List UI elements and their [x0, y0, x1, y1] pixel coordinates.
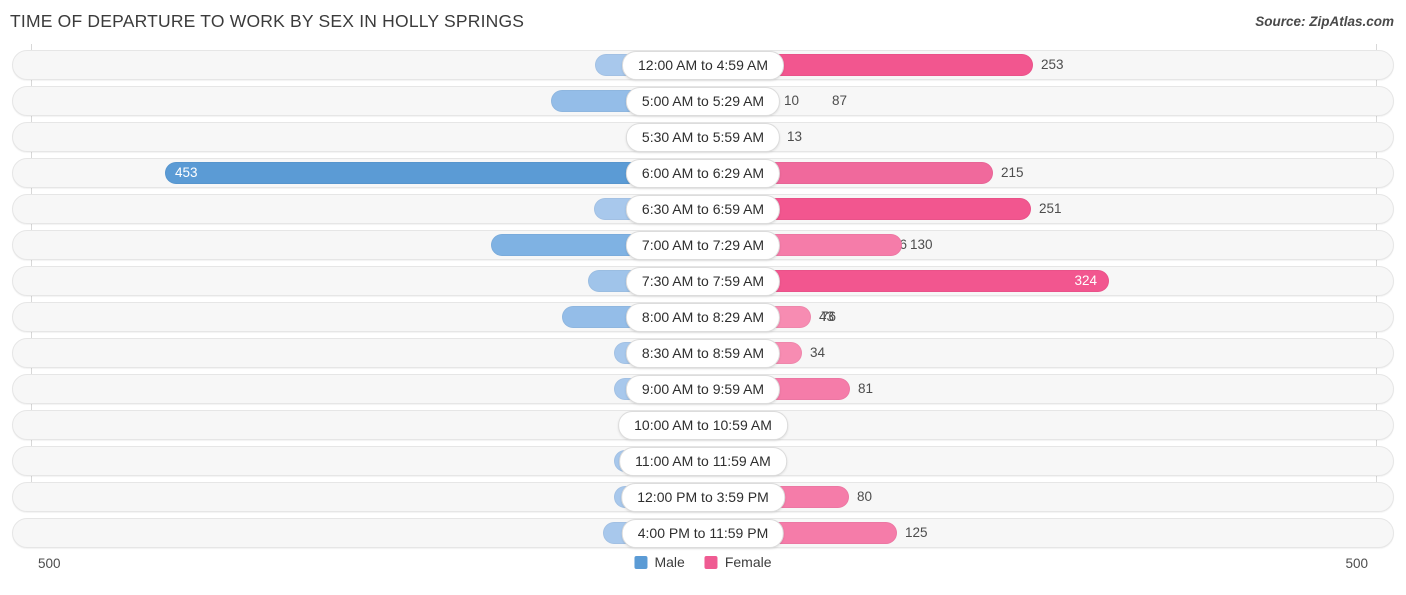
bar-value-male: 453	[175, 165, 198, 180]
legend-label-female: Female	[724, 554, 772, 570]
bar-rows: 43 253 12:00 AM to 4:59 AM 87105:00 AM to 5…	[0, 50, 1406, 554]
category-label: 7:30 AM to 7:59 AM	[625, 267, 781, 296]
chart-page: TIME OF DEPARTURE TO WORK BY SEX IN HOLL…	[0, 0, 1406, 595]
bar-value-female: 34	[810, 345, 826, 360]
bar-male[interactable]	[165, 162, 703, 184]
bar-value-female: 251	[1039, 201, 1062, 216]
table-row[interactable]: 442516:30 AM to 6:59 AM	[0, 194, 1406, 224]
category-label: 4:00 PM to 11:59 PM	[621, 519, 785, 548]
plot-area: 43 253 12:00 AM to 4:59 AM 87105:00 AM to 5…	[0, 44, 1406, 550]
table-row[interactable]: 0819:00 AM to 9:59 AM	[0, 374, 1406, 404]
source-attribution: Source: ZipAtlas.com	[1255, 14, 1394, 29]
table-row[interactable]: 68012:00 PM to 3:59 PM	[0, 482, 1406, 512]
bar-value-female: 125	[905, 525, 928, 540]
category-label: 9:00 AM to 9:59 AM	[625, 375, 781, 404]
bar-value-female: 43	[819, 309, 835, 324]
bar-value-female: 130	[910, 237, 933, 252]
bar-value-female: 13	[787, 129, 803, 144]
category-label: 12:00 PM to 3:59 PM	[621, 483, 785, 512]
category-label: 6:00 AM to 6:29 AM	[625, 159, 781, 188]
bar-value-female: 324	[1074, 273, 1097, 288]
table-row[interactable]: 0011:00 AM to 11:59 AM	[0, 446, 1406, 476]
category-label: 10:00 AM to 10:59 AM	[618, 411, 788, 440]
bar-value-female: 10	[784, 93, 800, 108]
table-row[interactable]: 1461307:00 AM to 7:29 AM	[0, 230, 1406, 260]
category-label: 8:30 AM to 8:59 AM	[625, 339, 781, 368]
axis-label-right: 500	[1345, 556, 1368, 571]
legend-item-female[interactable]: Female	[704, 554, 772, 570]
category-label: 6:30 AM to 6:59 AM	[625, 195, 781, 224]
category-label: 11:00 AM to 11:59 AM	[619, 447, 787, 476]
table-row[interactable]: 4325312:00 AM to 4:59 AM	[0, 50, 1406, 80]
chart-footer: 500 500 Male Female	[0, 550, 1406, 595]
legend-swatch-male-icon	[634, 555, 648, 569]
category-label: 7:00 AM to 7:29 AM	[625, 231, 781, 260]
legend-label-male: Male	[654, 554, 685, 570]
legend-item-male[interactable]: Male	[634, 554, 685, 570]
axis-label-left: 500	[38, 556, 61, 571]
table-row[interactable]: 87 10 5:00 AM to 5:29 AM	[0, 86, 1406, 116]
bar-value-female: 215	[1001, 165, 1024, 180]
table-row[interactable]: 453 215 6:00 AM to 6:29 AM	[0, 158, 1406, 188]
category-label: 12:00 AM to 4:59 AM	[622, 51, 784, 80]
bar-value-female: 80	[857, 489, 873, 504]
bar-value-female: 253	[1041, 57, 1064, 72]
table-row[interactable]: 361254:00 PM to 11:59 PM	[0, 518, 1406, 548]
table-row[interactable]: 76 43 8:00 AM to 8:29 AM	[0, 302, 1406, 332]
table-row[interactable]: 10010:00 AM to 10:59 AM	[0, 410, 1406, 440]
table-row[interactable]: 503247:30 AM to 7:59 AM	[0, 266, 1406, 296]
category-label: 5:30 AM to 5:59 AM	[625, 123, 781, 152]
category-label: 8:00 AM to 8:29 AM	[625, 303, 781, 332]
table-row[interactable]: 0135:30 AM to 5:59 AM	[0, 122, 1406, 152]
bar-value-female: 81	[858, 381, 874, 396]
table-row[interactable]: 0348:30 AM to 8:59 AM	[0, 338, 1406, 368]
legend-swatch-female-icon	[704, 555, 718, 569]
chart-header: TIME OF DEPARTURE TO WORK BY SEX IN HOLL…	[0, 0, 1406, 44]
chart-legend: Male Female	[634, 554, 772, 570]
category-label: 5:00 AM to 5:29 AM	[625, 87, 781, 116]
page-title: TIME OF DEPARTURE TO WORK BY SEX IN HOLL…	[10, 11, 525, 31]
